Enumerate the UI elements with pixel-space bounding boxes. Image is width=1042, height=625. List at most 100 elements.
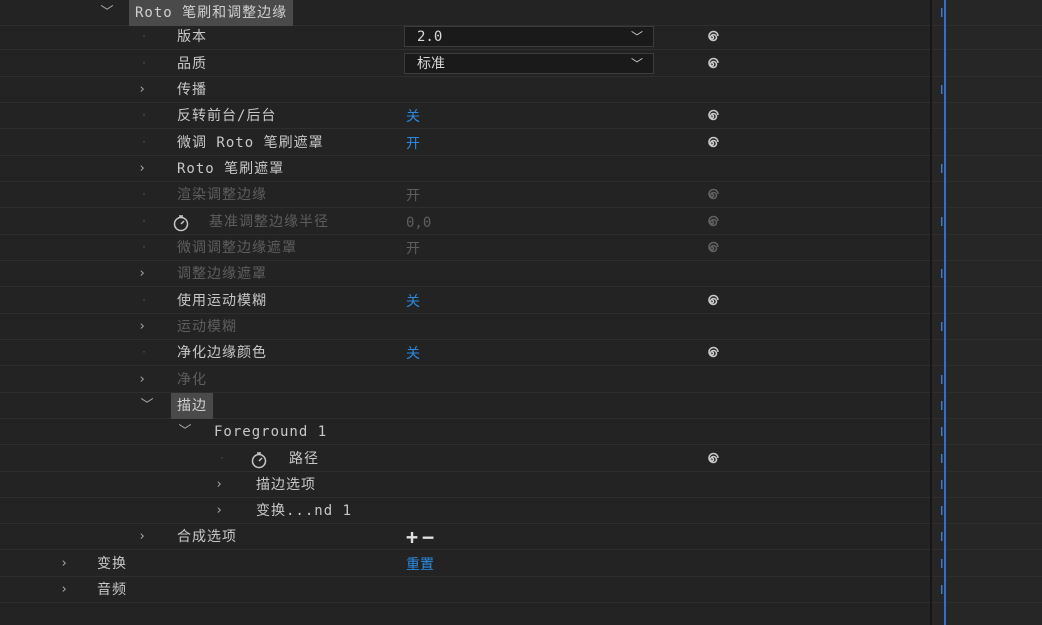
property-row[interactable]: · 使用运动模糊 关 xyxy=(0,288,930,314)
add-button[interactable]: + xyxy=(406,525,418,549)
keyframe-marker-icon[interactable]: I xyxy=(940,215,952,229)
timeline-row[interactable]: I xyxy=(932,314,1042,340)
property-dropdown[interactable]: 标准 ﹀ xyxy=(404,53,654,74)
timeline-row[interactable]: I xyxy=(932,524,1042,550)
link-spiral-icon[interactable] xyxy=(702,239,722,257)
property-row[interactable]: · 渲染调整边缘 开 xyxy=(0,182,930,208)
link-spiral-icon[interactable] xyxy=(702,450,722,468)
chevron-right-icon[interactable]: › xyxy=(135,524,149,550)
property-row[interactable]: › Roto 笔刷遮罩 xyxy=(0,156,930,182)
property-row[interactable]: › 净化 xyxy=(0,367,930,393)
timeline-row[interactable]: I xyxy=(932,577,1042,603)
timeline-row[interactable]: I xyxy=(932,77,1042,103)
keyframe-marker-icon[interactable]: I xyxy=(940,267,952,281)
timeline-strip[interactable]: IIIIIIIIIIIIIII xyxy=(932,0,1042,625)
timeline-row[interactable] xyxy=(932,24,1042,50)
playhead[interactable] xyxy=(944,0,946,625)
keyframe-marker-icon[interactable]: I xyxy=(940,320,952,334)
property-row[interactable]: › 变换 重置 xyxy=(0,551,930,577)
keyframe-marker-icon[interactable]: I xyxy=(940,425,952,439)
keyframe-marker-icon[interactable]: I xyxy=(940,530,952,544)
timeline-row[interactable] xyxy=(932,182,1042,208)
timeline-row[interactable]: I xyxy=(932,261,1042,287)
link-spiral-icon[interactable] xyxy=(702,55,722,73)
timeline-row[interactable]: I xyxy=(932,367,1042,393)
property-row[interactable]: › 变换...nd 1 xyxy=(0,498,930,524)
property-label: 渲染调整边缘 xyxy=(177,187,267,203)
timeline-row[interactable]: I xyxy=(932,472,1042,498)
property-row[interactable]: · 微调调整边缘遮罩 开 xyxy=(0,235,930,261)
property-row[interactable]: › 合成选项 + − xyxy=(0,524,930,550)
keyframe-marker-icon[interactable]: I xyxy=(940,399,952,413)
keyframe-marker-icon[interactable]: I xyxy=(940,557,952,571)
chevron-right-icon[interactable]: › xyxy=(57,577,71,603)
timeline-row[interactable] xyxy=(932,51,1042,77)
keyframe-marker-icon[interactable]: I xyxy=(940,373,952,387)
stopwatch-icon[interactable] xyxy=(172,214,190,232)
property-dropdown[interactable]: 2.0 ﹀ xyxy=(404,26,654,47)
property-row[interactable]: · 微调 Roto 笔刷遮罩 开 xyxy=(0,130,930,156)
timeline-row[interactable]: I xyxy=(932,0,1042,26)
property-row[interactable]: ﹀ Foreground 1 xyxy=(0,419,930,445)
link-spiral-icon[interactable] xyxy=(702,186,722,204)
timeline-row[interactable]: I xyxy=(932,498,1042,524)
timeline-row[interactable]: I xyxy=(932,446,1042,472)
timeline-row[interactable]: I xyxy=(932,156,1042,182)
chevron-right-icon[interactable]: › xyxy=(212,498,226,524)
timeline-row[interactable] xyxy=(932,288,1042,314)
timeline-row[interactable] xyxy=(932,103,1042,129)
keyframe-marker-icon[interactable]: I xyxy=(940,6,952,20)
property-row[interactable]: · 净化边缘颜色 关 xyxy=(0,340,930,366)
property-row[interactable]: · 版本 2.0 ﹀ xyxy=(0,24,930,50)
property-value[interactable]: 关 xyxy=(406,103,420,129)
chevron-right-icon[interactable]: › xyxy=(135,261,149,287)
chevron-right-icon[interactable]: › xyxy=(212,472,226,498)
property-row[interactable]: · 反转前台/后台 关 xyxy=(0,103,930,129)
chevron-right-icon[interactable]: › xyxy=(135,314,149,340)
keyframe-marker-icon[interactable]: I xyxy=(940,583,952,597)
property-label: 使用运动模糊 xyxy=(177,293,267,309)
property-row[interactable]: › 描边选项 xyxy=(0,472,930,498)
keyframe-marker-icon[interactable]: I xyxy=(940,452,952,466)
property-row[interactable]: · 路径 xyxy=(0,446,930,472)
chevron-down-icon[interactable]: ﹀ xyxy=(178,419,192,445)
timeline-row[interactable]: I xyxy=(932,393,1042,419)
timeline-row[interactable]: I xyxy=(932,209,1042,235)
keyframe-marker-icon[interactable]: I xyxy=(940,162,952,176)
keyframe-marker-icon[interactable]: I xyxy=(940,504,952,518)
link-spiral-icon[interactable] xyxy=(702,292,722,310)
timeline-row[interactable]: I xyxy=(932,419,1042,445)
link-spiral-icon[interactable] xyxy=(702,107,722,125)
property-row[interactable]: ﹀ Roto 笔刷和调整边缘 xyxy=(0,0,930,26)
keyframe-marker-icon[interactable]: I xyxy=(940,478,952,492)
property-row[interactable]: · 基准调整边缘半径 0,0 xyxy=(0,209,930,235)
timeline-row[interactable] xyxy=(932,235,1042,261)
timeline-row[interactable] xyxy=(932,130,1042,156)
stopwatch-icon[interactable] xyxy=(250,451,268,469)
chevron-right-icon[interactable]: › xyxy=(135,77,149,103)
link-spiral-icon[interactable] xyxy=(702,134,722,152)
timeline-row[interactable] xyxy=(932,340,1042,366)
link-spiral-icon[interactable] xyxy=(702,28,722,46)
property-row[interactable]: › 音频 xyxy=(0,577,930,603)
property-value[interactable]: 关 xyxy=(406,288,420,314)
property-row[interactable]: · 品质 标准 ﹀ xyxy=(0,51,930,77)
property-row[interactable]: › 运动模糊 xyxy=(0,314,930,340)
chevron-right-icon[interactable]: › xyxy=(135,367,149,393)
chevron-down-icon[interactable]: ﹀ xyxy=(140,393,154,419)
property-row[interactable]: › 传播 xyxy=(0,77,930,103)
property-value[interactable]: 关 xyxy=(406,340,420,366)
chevron-down-icon[interactable]: ﹀ xyxy=(100,0,114,26)
chevron-right-icon[interactable]: › xyxy=(57,551,71,577)
property-row[interactable]: ﹀ 描边 xyxy=(0,393,930,419)
link-spiral-icon[interactable] xyxy=(702,213,722,231)
chevron-right-icon[interactable]: › xyxy=(135,156,149,182)
keyframe-marker-icon[interactable]: I xyxy=(940,83,952,97)
reset-link[interactable]: 重置 xyxy=(406,551,434,577)
row-bullet: · xyxy=(140,31,148,42)
link-spiral-icon[interactable] xyxy=(702,344,722,362)
timeline-row[interactable]: I xyxy=(932,551,1042,577)
property-row[interactable]: › 调整边缘遮罩 xyxy=(0,261,930,287)
property-value[interactable]: 开 xyxy=(406,130,420,156)
remove-button[interactable]: − xyxy=(422,525,434,549)
